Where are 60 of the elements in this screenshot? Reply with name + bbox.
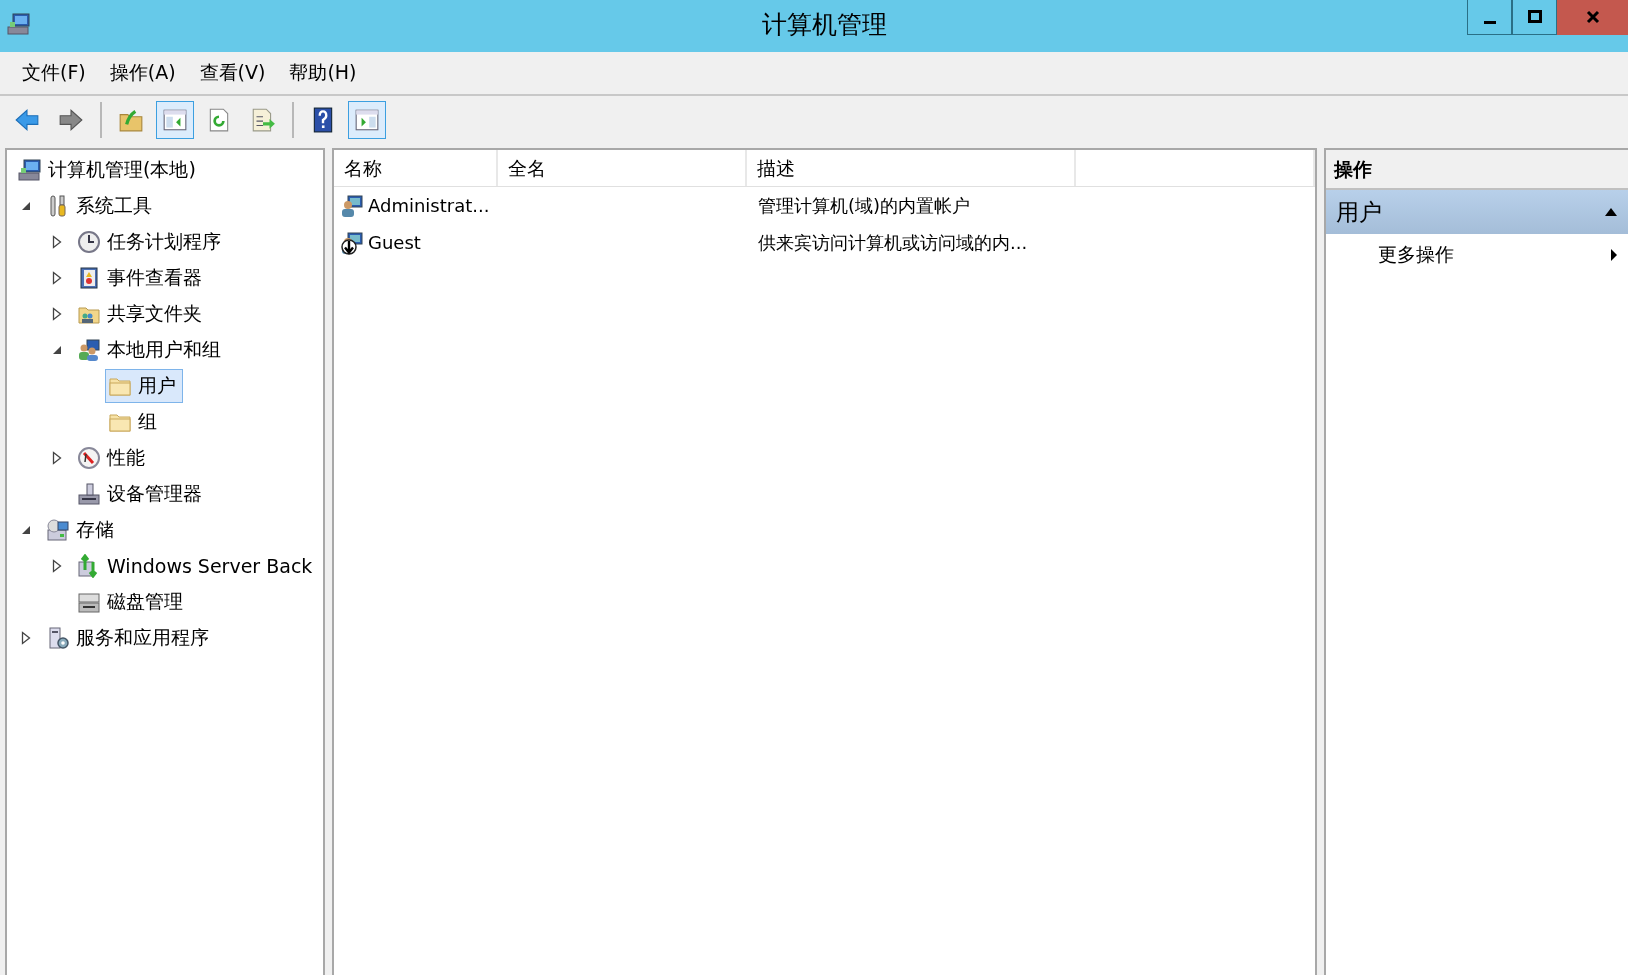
panel-icon: [354, 107, 380, 133]
close-button[interactable]: [1557, 0, 1628, 35]
log-book-icon: [77, 266, 101, 290]
users-icon: [77, 338, 101, 362]
tree-item[interactable]: 设备管理器: [74, 477, 209, 511]
tree-item[interactable]: 用户: [105, 369, 183, 403]
export-list-icon: [250, 107, 276, 133]
tree-item[interactable]: 系统工具: [43, 189, 159, 223]
close-icon: [1585, 10, 1600, 24]
tree-item[interactable]: Windows Server Back: [74, 549, 320, 583]
action-section-header[interactable]: 用户: [1326, 190, 1628, 234]
server-gear-icon: [46, 626, 70, 650]
expand-arrow-icon[interactable]: [52, 235, 62, 249]
expand-arrow-icon[interactable]: [52, 559, 62, 573]
computer-icon: [7, 12, 31, 36]
collapse-arrow-icon[interactable]: [21, 201, 31, 211]
gauge-icon: [77, 446, 101, 470]
expand-arrow-icon[interactable]: [21, 631, 31, 645]
actions-header: 操作: [1326, 150, 1628, 190]
minimize-button[interactable]: [1467, 0, 1512, 35]
back-arrow-icon: [14, 107, 40, 133]
tree-item[interactable]: 本地用户和组: [74, 333, 228, 367]
storage-icon: [46, 518, 70, 542]
panel-icon: [162, 107, 188, 133]
tree-item[interactable]: 计算机管理(本地): [15, 153, 203, 187]
maximize-icon: [1527, 10, 1542, 24]
panel-button[interactable]: [156, 101, 194, 139]
table-cell-text: 管理计算机(域)的内置帐户: [757, 193, 971, 218]
tree-item[interactable]: 磁盘管理: [74, 585, 190, 619]
table-cell-text: 供来宾访问计算机或访问域的内...: [757, 230, 1028, 255]
disk-drive-icon: [77, 590, 101, 614]
tree-item[interactable]: 共享文件夹: [74, 297, 209, 331]
tree-item[interactable]: 任务计划程序: [74, 225, 228, 259]
maximize-button[interactable]: [1512, 0, 1557, 35]
menu-item[interactable]: 文件(F): [10, 56, 98, 90]
collapse-triangle-icon[interactable]: [1604, 207, 1618, 217]
panel-button[interactable]: [348, 101, 386, 139]
menu-item[interactable]: 帮助(H): [277, 56, 369, 90]
tree-item[interactable]: 服务和应用程序: [43, 621, 216, 655]
action-item[interactable]: 更多操作: [1326, 234, 1628, 276]
submenu-arrow-icon: [1610, 248, 1618, 262]
tree-item[interactable]: 存储: [43, 513, 121, 547]
tree-item[interactable]: 事件查看器: [74, 261, 209, 295]
table-cell[interactable]: Administrat...: [334, 187, 498, 224]
collapse-arrow-icon[interactable]: [52, 345, 62, 355]
tree-item[interactable]: 组: [105, 405, 164, 439]
computer-icon: [18, 158, 42, 182]
device-icon: [77, 482, 101, 506]
window-title: 计算机管理: [760, 9, 888, 41]
expand-arrow-icon[interactable]: [52, 271, 62, 285]
forward-arrow-icon: [58, 107, 84, 133]
clock-icon: [77, 230, 101, 254]
expand-arrow-icon[interactable]: [52, 307, 62, 321]
minimize-icon: [1483, 20, 1496, 24]
tree-item[interactable]: 性能: [74, 441, 152, 475]
collapse-arrow-icon[interactable]: [21, 525, 31, 535]
menu-item[interactable]: 查看(V): [187, 56, 278, 90]
menu-item[interactable]: 操作(A): [97, 56, 188, 90]
folder-arrow-icon: [118, 107, 144, 133]
expand-arrow-icon[interactable]: [52, 451, 62, 465]
